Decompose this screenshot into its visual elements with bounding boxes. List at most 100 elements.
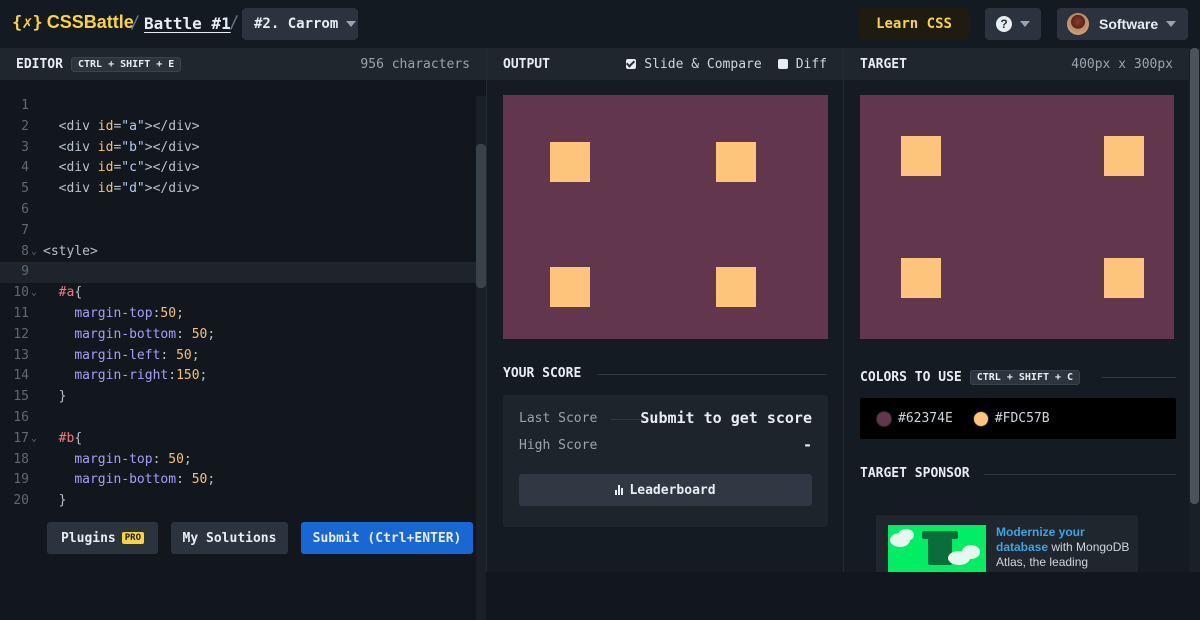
code-token: "a" (121, 118, 145, 134)
color-swatch[interactable]: #62374E (876, 410, 953, 427)
pro-badge: PRO (121, 532, 145, 544)
code-line[interactable]: 14 margin-right:150; (0, 366, 476, 387)
code-line[interactable]: 7 (0, 221, 476, 242)
your-score-title: YOUR SCORE (503, 366, 582, 381)
checkbox-checked-icon (626, 59, 637, 69)
target-header: TARGET 400px x 300px (844, 48, 1189, 80)
code-line[interactable]: 8 ⌄ <style> (0, 242, 476, 263)
submit-button[interactable]: Submit (Ctrl+ENTER) (301, 522, 473, 554)
diff-toggle[interactable]: Diff (777, 57, 827, 72)
code-token: 50 (168, 451, 184, 467)
code-line[interactable]: 9 (0, 262, 476, 284)
code-text: margin-top:50; (43, 304, 184, 325)
code-text: <div id="a"></div> (43, 117, 200, 138)
code-text: } (43, 491, 67, 512)
page-scrollbar-thumb[interactable] (1190, 48, 1199, 504)
color-dot (972, 410, 989, 427)
code-token: ; (199, 368, 208, 384)
sponsor-ad[interactable]: Modernize your database with MongoDB Atl… (876, 515, 1138, 572)
last-score-value: Submit to get score (640, 409, 812, 427)
target-canvas[interactable] (860, 95, 1174, 339)
fold-chevron-icon[interactable]: ⌄ (31, 283, 37, 304)
output-panel: OUTPUT Slide & Compare Diff YOUR SCORE L… (486, 48, 843, 572)
code-token: id (97, 181, 114, 197)
line-number: 9 (21, 264, 29, 280)
line-number: 18 (13, 451, 29, 467)
battle-link[interactable]: Battle #1 (144, 14, 231, 33)
code-token: 150 (176, 368, 200, 384)
breadcrumb-separator: / (130, 13, 141, 33)
code-token: <div (58, 118, 98, 134)
code-line[interactable]: 6 (0, 200, 476, 221)
code-text: <style> (43, 242, 98, 263)
code-token: "c" (121, 160, 145, 176)
editor-scrollbar-thumb[interactable] (476, 144, 486, 288)
sponsor-ad-text: Modernize your database with MongoDB Atl… (996, 525, 1136, 570)
color-palette: #62374E #FDC57B (860, 398, 1176, 439)
user-menu-button[interactable]: Software (1057, 8, 1188, 40)
code-token: : (152, 451, 169, 467)
code-token: ></div> (144, 118, 200, 134)
cssbattle-logo[interactable]: {✗} CSSBattle (12, 12, 134, 33)
color-dot (876, 410, 892, 427)
code-token: ></div> (144, 139, 200, 155)
code-line[interactable]: 12 margin-bottom: 50; (0, 325, 476, 346)
code-token: { (74, 285, 83, 301)
chevron-down-icon (1020, 21, 1030, 27)
code-line[interactable]: 1 (0, 96, 476, 117)
target-select-label: #2. Carrom (254, 16, 339, 32)
code-line[interactable]: 4 <div id="c"></div> (0, 158, 476, 179)
learn-css-button[interactable]: Learn CSS (859, 8, 969, 40)
code-line[interactable]: 20 } (0, 491, 476, 512)
code-line[interactable]: 10 ⌄ #a{ (0, 283, 476, 304)
code-token: margin-top (74, 451, 153, 467)
line-number: 15 (13, 389, 29, 405)
line-number: 5 (21, 181, 29, 197)
line-number: 19 (13, 472, 29, 488)
line-number: 12 (13, 326, 29, 342)
code-token: #b (58, 430, 75, 446)
help-menu-button[interactable]: ? (985, 8, 1041, 40)
page-scrollbar[interactable] (1189, 48, 1200, 572)
code-line[interactable]: 19 margin-bottom: 50; (0, 470, 476, 491)
line-number: 8 (21, 243, 29, 259)
code-token: ; (191, 347, 200, 363)
fold-chevron-icon[interactable]: ⌄ (31, 242, 37, 263)
code-line[interactable]: 18 margin-top: 50; (0, 450, 476, 471)
my-solutions-button[interactable]: My Solutions (171, 522, 288, 554)
code-token: 50 (160, 305, 177, 321)
code-line[interactable]: 3 <div id="b"></div> (0, 138, 476, 159)
plugins-button[interactable]: Plugins PRO (47, 522, 158, 554)
code-token: ; (207, 472, 216, 488)
code-line[interactable]: 17 ⌄ #b{ (0, 429, 476, 450)
editor-scrollbar[interactable] (476, 96, 486, 620)
code-line[interactable]: 13 margin-left: 50; (0, 346, 476, 367)
target-square (1104, 258, 1144, 298)
slide-compare-toggle[interactable]: Slide & Compare (626, 57, 762, 72)
target-select[interactable]: #2. Carrom (242, 8, 358, 40)
editor-title: EDITOR (16, 56, 63, 72)
divider (984, 474, 1176, 475)
code-line[interactable]: 16 (0, 408, 476, 429)
code-token: <div (58, 181, 98, 197)
code-editor[interactable]: 12 <div id="a"></div> 3 <div id="b"></div… (0, 96, 476, 512)
color-swatch[interactable]: #FDC57B (972, 410, 1050, 427)
output-square (550, 267, 590, 307)
code-line[interactable]: 5 <div id="d"></div> (0, 179, 476, 200)
code-token: margin-right (74, 368, 169, 384)
code-line[interactable]: 11 margin-top:50; (0, 304, 476, 325)
fold-chevron-icon[interactable]: ⌄ (31, 429, 37, 450)
code-token: } (58, 389, 67, 405)
output-canvas[interactable] (503, 95, 828, 339)
code-line[interactable]: 2 <div id="a"></div> (0, 117, 476, 138)
line-number: 1 (21, 98, 29, 113)
line-number: 3 (21, 139, 29, 155)
editor-shortcut: CTRL + SHIFT + E (70, 56, 182, 72)
leaderboard-button[interactable]: Leaderboard (519, 474, 812, 506)
code-line[interactable]: 15 } (0, 387, 476, 408)
sponsor-ad-image (888, 525, 986, 572)
code-token: id (97, 118, 114, 134)
